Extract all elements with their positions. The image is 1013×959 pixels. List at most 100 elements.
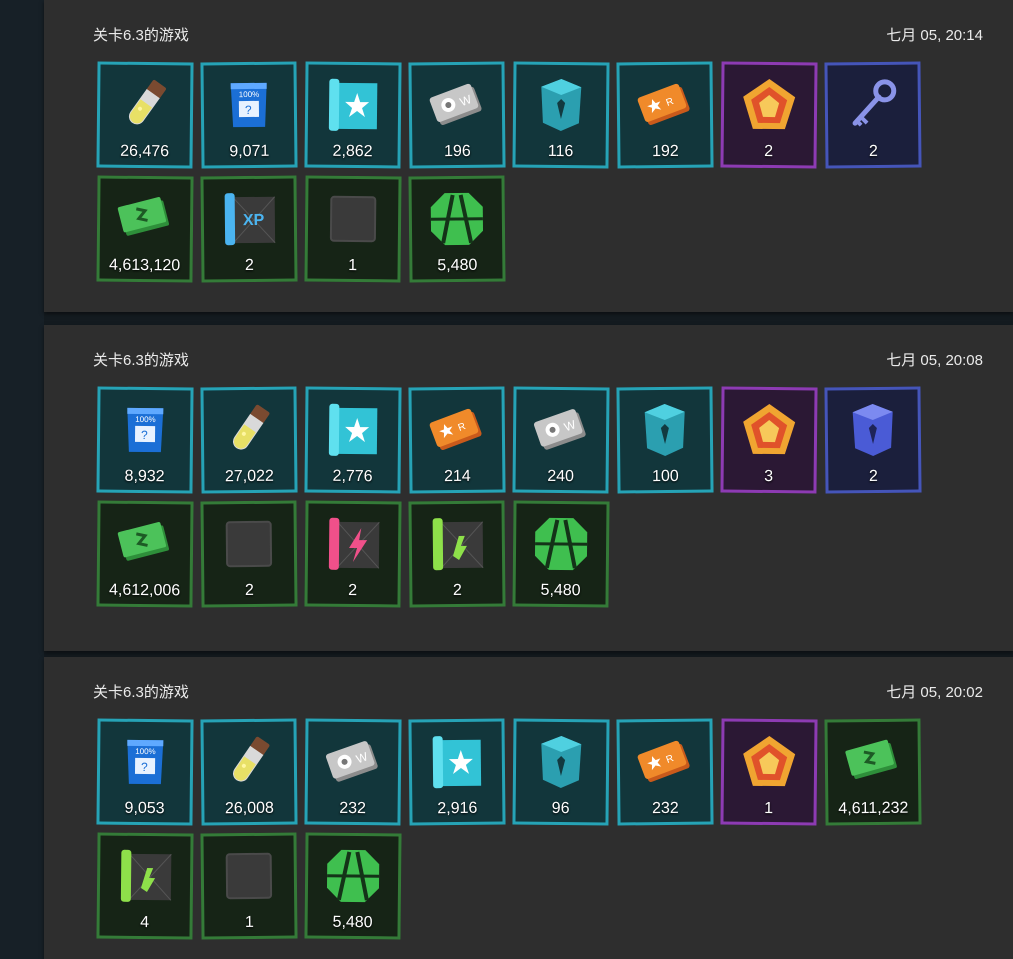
pentagon-token-icon: [737, 730, 802, 795]
blank-card-icon: [217, 844, 282, 909]
blank-card-icon: [321, 187, 386, 252]
reward-count: 9,071: [229, 142, 270, 161]
reward-row: 100%? 9,053 26,008 W 232 2,916 96 R 232 1 4,611,23…: [96, 718, 947, 826]
reward-item[interactable]: 27,022: [200, 386, 298, 494]
reward-item[interactable]: 100%? 8,932: [96, 386, 194, 494]
reward-item[interactable]: 2: [200, 500, 298, 608]
reward-item[interactable]: 5,480: [512, 500, 610, 608]
entry-header: 关卡6.3的游戏 七月 05, 20:08: [93, 349, 983, 371]
side-strip: [0, 0, 44, 959]
reward-item[interactable]: 2: [304, 500, 402, 608]
reward-item[interactable]: 2: [824, 386, 922, 494]
reward-item[interactable]: 26,476: [96, 61, 194, 169]
reward-item[interactable]: 4,611,232: [824, 718, 922, 826]
reward-row: 4,613,120 XP 2 1 5,480: [96, 175, 947, 283]
reward-row: 4 1 5,480: [96, 832, 947, 940]
reward-count: 27,022: [224, 467, 274, 486]
reward-item[interactable]: R 232: [616, 718, 714, 826]
reward-item[interactable]: 2: [408, 500, 506, 608]
reward-item[interactable]: XP 2: [200, 175, 298, 283]
reward-item[interactable]: 3: [720, 386, 818, 494]
reward-item[interactable]: 116: [512, 61, 610, 169]
reward-count: 2: [244, 256, 254, 275]
potion-icon: [217, 398, 282, 463]
reward-count: 2,776: [332, 467, 373, 486]
reward-count: 1: [764, 799, 774, 818]
reward-count: 2: [452, 581, 462, 600]
reward-count: 26,476: [120, 142, 170, 161]
star-blueprint-icon: [321, 73, 386, 138]
reward-entry-card: 关卡6.3的游戏 七月 05, 20:02 100%? 9,053 26,008 W 232…: [44, 657, 1013, 959]
pink-bolt-blueprint-icon: [321, 512, 386, 577]
entry-title: 关卡6.3的游戏: [93, 684, 189, 701]
reward-count: 5,480: [437, 256, 478, 275]
reward-item[interactable]: 1: [200, 832, 298, 940]
orange-ticket-icon: R: [425, 398, 490, 463]
reward-item[interactable]: 2,916: [408, 718, 506, 826]
mystery-pack-icon: 100%?: [217, 73, 282, 138]
reward-row: 26,476 100%? 9,071 2,862 W 196 116 R 192 2 2: [96, 61, 947, 169]
reward-count: 100: [651, 467, 679, 486]
entry-timestamp: 七月 05, 20:08: [886, 352, 983, 369]
svg-text:?: ?: [141, 760, 148, 774]
reward-count: 8,932: [124, 467, 165, 486]
svg-text:?: ?: [245, 103, 252, 117]
potion-icon: [113, 73, 178, 138]
entry-title: 关卡6.3的游戏: [93, 352, 189, 369]
reward-item[interactable]: 1: [304, 175, 402, 283]
reward-count: 2,916: [437, 799, 478, 818]
reward-item[interactable]: 2: [824, 61, 922, 169]
reward-item[interactable]: 26,008: [200, 718, 298, 826]
pentagon-token-icon: [737, 398, 802, 463]
reward-entry-card: 关卡6.3的游戏 七月 05, 20:08 100%? 8,932 27,022 2,77…: [44, 325, 1013, 651]
reward-count: 2: [244, 581, 254, 600]
reward-item[interactable]: R 192: [616, 61, 714, 169]
reward-item[interactable]: 4: [96, 832, 194, 940]
reward-item[interactable]: 2,862: [304, 61, 402, 169]
reward-item[interactable]: 100%? 9,053: [96, 718, 194, 826]
green-blueprint-icon: [425, 512, 490, 577]
teal-crate-icon: [529, 73, 594, 138]
svg-text:100%: 100%: [239, 90, 260, 99]
cash-icon: [841, 730, 906, 795]
reward-item[interactable]: R 214: [408, 386, 506, 494]
teal-crate-icon: [529, 730, 594, 795]
reward-entry-card: 关卡6.3的游戏 七月 05, 20:14 26,476 100%? 9,071 2,86…: [44, 0, 1013, 312]
xp-blueprint-icon: XP: [217, 187, 282, 252]
green-emblem-icon: [321, 844, 386, 909]
potion-icon: [217, 730, 282, 795]
reward-item[interactable]: 2: [720, 61, 818, 169]
reward-item[interactable]: 4,612,006: [96, 500, 194, 608]
reward-item[interactable]: 2,776: [304, 386, 402, 494]
reward-count: 5,480: [332, 913, 373, 932]
entry-timestamp: 七月 05, 20:14: [886, 27, 983, 44]
reward-count: 2: [348, 581, 358, 600]
reward-item[interactable]: 100%? 9,071: [200, 61, 298, 169]
cash-icon: [113, 512, 178, 577]
svg-text:?: ?: [141, 428, 148, 442]
green-blueprint-icon: [113, 844, 178, 909]
reward-count: 192: [651, 142, 679, 161]
reward-item[interactable]: 100: [616, 386, 714, 494]
reward-count: 232: [651, 799, 679, 818]
reward-item[interactable]: 5,480: [304, 832, 402, 940]
star-blueprint-icon: [321, 398, 386, 463]
svg-text:100%: 100%: [135, 747, 156, 756]
reward-item[interactable]: W 240: [512, 386, 610, 494]
reward-item[interactable]: 1: [720, 718, 818, 826]
green-emblem-icon: [529, 512, 594, 577]
green-emblem-icon: [425, 187, 490, 252]
cash-icon: [113, 187, 178, 252]
reward-item[interactable]: 5,480: [408, 175, 506, 283]
reward-count: 9,053: [124, 799, 165, 818]
reward-count: 232: [339, 799, 367, 818]
reward-item[interactable]: 4,613,120: [96, 175, 194, 283]
reward-item[interactable]: W 196: [408, 61, 506, 169]
blank-card-icon: [217, 512, 282, 577]
reward-count: 4,611,232: [838, 799, 909, 818]
reward-count: 4: [140, 913, 150, 932]
reward-item[interactable]: 96: [512, 718, 610, 826]
reward-row: 100%? 8,932 27,022 2,776 R 214 W 240 100 3 2: [96, 386, 947, 494]
svg-text:100%: 100%: [135, 415, 156, 424]
reward-item[interactable]: W 232: [304, 718, 402, 826]
